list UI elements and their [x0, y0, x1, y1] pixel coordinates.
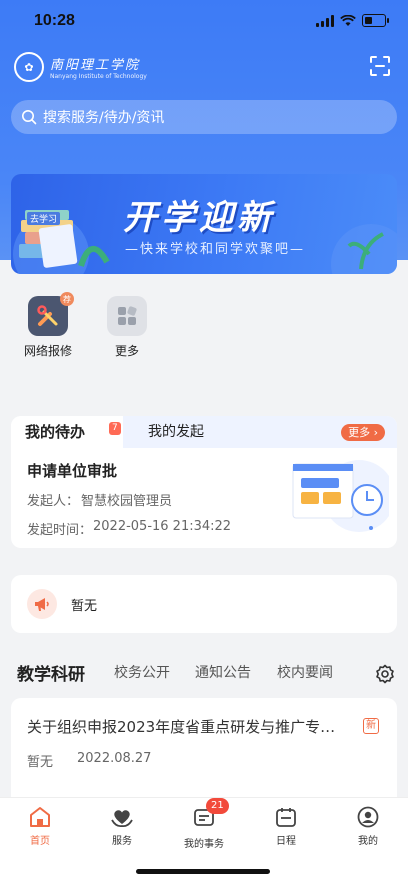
todo-more-label: 更多 — [348, 426, 371, 439]
recommend-badge: 荐 — [60, 292, 74, 306]
news-item[interactable]: 关于组织申报2023年度省重点研发与推广专… 新 暂无 2022.08.27 — [11, 698, 397, 788]
affairs-badge: 21 — [206, 798, 229, 814]
nav-profile-label: 我的 — [358, 836, 378, 847]
quick-action-network-repair[interactable]: 荐 网络报修 — [24, 292, 74, 359]
notice-text: 暂无 — [71, 599, 98, 614]
nav-service[interactable]: 服务 — [92, 806, 152, 847]
tab-campus-news[interactable]: 校内要闻 — [277, 662, 333, 682]
home-indicator — [136, 869, 270, 874]
nav-schedule[interactable]: 日程 — [256, 806, 316, 847]
service-icon — [111, 810, 133, 828]
profile-icon — [357, 806, 379, 828]
megaphone-icon — [27, 589, 57, 619]
tools-icon: 荐 — [28, 292, 74, 336]
cellular-signal-icon — [316, 14, 334, 27]
new-badge: 新 — [363, 718, 379, 734]
calendar-icon — [276, 808, 296, 827]
todo-more-button[interactable]: 更多 › — [341, 424, 385, 441]
school-logo: ✿ 南阳理工学院 Nanyang Institute of Technology — [14, 52, 147, 82]
home-icon — [30, 807, 50, 827]
nav-home[interactable]: 首页 — [10, 806, 70, 847]
todo-initiator: 智慧校园管理员 — [81, 494, 173, 509]
search-icon — [22, 110, 37, 125]
banner-book-label: 去学习 — [27, 212, 61, 225]
welcome-banner[interactable]: 去学习 开学迎新 —快来学校和同学欢聚吧— — [11, 174, 397, 274]
school-seal-icon: ✿ — [14, 52, 44, 82]
todo-item[interactable]: 申请单位审批 发起人： 智慧校园管理员 发起时间： 2022-05-16 21:… — [11, 448, 397, 548]
nav-profile[interactable]: 我的 — [338, 806, 398, 847]
battery-icon — [362, 14, 389, 27]
grid-icon — [107, 296, 147, 336]
nav-service-label: 服务 — [112, 836, 132, 847]
scan-icon[interactable] — [370, 56, 390, 76]
quick-action-more[interactable]: 更多 — [107, 296, 147, 359]
news-item-date: 2022.08.27 — [77, 751, 152, 766]
banner-title: 开学迎新 — [123, 198, 275, 238]
notice-card[interactable]: 暂无 — [11, 575, 397, 633]
tab-my-initiated[interactable]: 我的发起 — [148, 416, 204, 448]
status-bar: 10:28 — [0, 0, 408, 44]
todo-illustration — [292, 460, 389, 532]
banner-subtitle: —快来学校和同学欢聚吧— — [125, 242, 306, 257]
tab-school-affairs[interactable]: 校务公开 — [114, 662, 170, 682]
search-placeholder: 搜索服务/待办/资讯 — [43, 110, 165, 126]
quick-action-label: 网络报修 — [24, 344, 73, 358]
tab-my-todo[interactable]: 我的待办 — [11, 416, 123, 448]
nav-schedule-label: 日程 — [276, 836, 296, 847]
nav-affairs[interactable]: 21 我的事务 — [174, 798, 234, 850]
tab-notices[interactable]: 通知公告 — [195, 662, 251, 682]
todo-time-label: 发起时间： — [27, 523, 93, 538]
school-name-en: Nanyang Institute of Technology — [50, 73, 147, 80]
settings-icon[interactable] — [375, 664, 395, 684]
todo-card: 我的待办 7 我的发起 更多 › 申请单位审批 发起人： 智慧校园管理员 发起时… — [11, 416, 397, 548]
news-item-source: 暂无 — [27, 755, 54, 770]
wifi-icon — [340, 14, 356, 26]
quick-action-label: 更多 — [114, 344, 139, 358]
status-time: 10:28 — [34, 12, 75, 29]
todo-initiator-label: 发起人： — [27, 494, 80, 509]
todo-item-title: 申请单位审批 — [27, 462, 118, 480]
tab-teaching-research[interactable]: 教学科研 — [17, 660, 85, 685]
school-name-cn: 南阳理工学院 — [50, 58, 141, 73]
nav-affairs-label: 我的事务 — [184, 839, 224, 850]
news-item-title: 关于组织申报2023年度省重点研发与推广专… — [27, 718, 336, 736]
todo-time: 2022-05-16 21:34:22 — [93, 519, 232, 534]
nav-home-label: 首页 — [30, 836, 50, 847]
tab-my-todo-label: 我的待办 — [25, 423, 86, 441]
search-input[interactable]: 搜索服务/待办/资讯 — [11, 100, 397, 134]
status-icons — [316, 14, 389, 27]
todo-count-badge: 7 — [109, 422, 121, 435]
